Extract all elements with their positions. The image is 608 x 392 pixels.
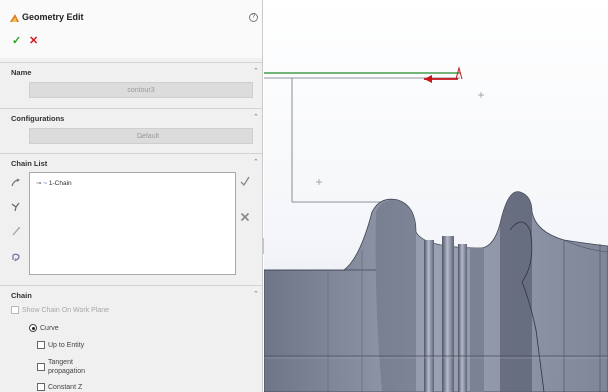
property-manager-panel: Geometry Edit ? ✓ ✕ Name ⌃ contour3 Conf… bbox=[0, 0, 263, 392]
checkbox-label: Constant Z bbox=[48, 383, 83, 391]
chain-section-header[interactable]: Chain ⌃ bbox=[0, 285, 262, 302]
checkbox-label: Up to Entity bbox=[48, 341, 85, 349]
up-to-entity-checkbox[interactable]: Up to Entity bbox=[37, 341, 84, 349]
checkbox-box[interactable] bbox=[37, 383, 45, 391]
delete-chain-icon[interactable] bbox=[240, 212, 250, 222]
configurations-section-header[interactable]: Configurations ⌃ bbox=[0, 108, 262, 125]
shaft-section bbox=[470, 248, 484, 392]
help-icon[interactable]: ? bbox=[249, 13, 258, 22]
name-field-value: contour3 bbox=[127, 87, 155, 94]
curve-radio[interactable]: Curve bbox=[29, 324, 59, 332]
edit-chain-icon[interactable] bbox=[11, 226, 21, 236]
show-chain-on-work-plane-checkbox[interactable]: Show Chain On Work Plane bbox=[11, 306, 109, 314]
checkbox-label: Tangent propagation bbox=[48, 358, 85, 376]
ok-checkmark-icon[interactable]: ✓ bbox=[12, 36, 21, 47]
radio-button[interactable] bbox=[29, 324, 37, 332]
collapse-chevron-icon[interactable]: ⌃ bbox=[253, 113, 259, 121]
groove-ring bbox=[424, 240, 434, 392]
end-lobe bbox=[500, 191, 532, 392]
flip-direction-icon[interactable] bbox=[11, 252, 21, 262]
name-field[interactable]: contour3 bbox=[29, 82, 253, 98]
constant-z-checkbox[interactable]: Constant Z bbox=[37, 383, 82, 391]
checkbox-label: Show Chain On Work Plane bbox=[22, 306, 110, 314]
add-chain-icon[interactable] bbox=[11, 178, 21, 188]
panel-title: Geometry Edit bbox=[22, 12, 84, 22]
checkbox-label-line: propagation bbox=[48, 368, 85, 375]
radio-label: Curve bbox=[40, 324, 59, 332]
chevron-down-icon: ⌄ bbox=[138, 133, 144, 140]
checkbox-box[interactable] bbox=[11, 306, 19, 314]
name-section-label: Name bbox=[11, 68, 32, 77]
chain-list-section-label: Chain List bbox=[11, 159, 48, 168]
chain-list-section-header[interactable]: Chain List ⌃ bbox=[0, 153, 262, 170]
collapse-chevron-icon[interactable]: ⌃ bbox=[253, 158, 259, 166]
fillet-shadow bbox=[375, 199, 416, 392]
groove-ring bbox=[442, 236, 454, 392]
configuration-dropdown[interactable]: Default ⌄ bbox=[29, 128, 253, 144]
accept-chain-icon[interactable] bbox=[240, 176, 250, 187]
checkbox-label-line: Tangent bbox=[48, 359, 73, 366]
graphics-viewport[interactable] bbox=[264, 0, 608, 392]
checkbox-box[interactable] bbox=[37, 363, 45, 371]
configurations-section-label: Configurations bbox=[11, 114, 65, 123]
panel-header: Geometry Edit ? ✓ ✕ bbox=[0, 0, 262, 58]
cancel-x-icon[interactable]: ✕ bbox=[29, 36, 38, 47]
model-view bbox=[264, 0, 608, 392]
chain-list-item[interactable]: ⊸ ~ 1-Chain bbox=[36, 179, 72, 187]
checkbox-box[interactable] bbox=[37, 341, 45, 349]
groove-ring bbox=[458, 244, 467, 392]
collapse-chevron-icon[interactable]: ⌃ bbox=[253, 290, 259, 298]
chain-list-box[interactable]: ⊸ ~ 1-Chain bbox=[29, 172, 236, 275]
geometry-edit-icon bbox=[10, 14, 19, 22]
collapse-chevron-icon[interactable]: ⌃ bbox=[253, 67, 259, 75]
chain-item-label: 1-Chain bbox=[48, 180, 72, 187]
chain-icon: ~ bbox=[43, 180, 48, 187]
tangent-propagation-checkbox[interactable]: Tangent propagation bbox=[37, 358, 85, 376]
tree-twisty-icon[interactable]: ⊸ bbox=[36, 180, 41, 187]
chain-section-label: Chain bbox=[11, 291, 32, 300]
select-chain-icon[interactable] bbox=[11, 202, 21, 212]
name-section-header[interactable]: Name ⌃ bbox=[0, 62, 262, 79]
